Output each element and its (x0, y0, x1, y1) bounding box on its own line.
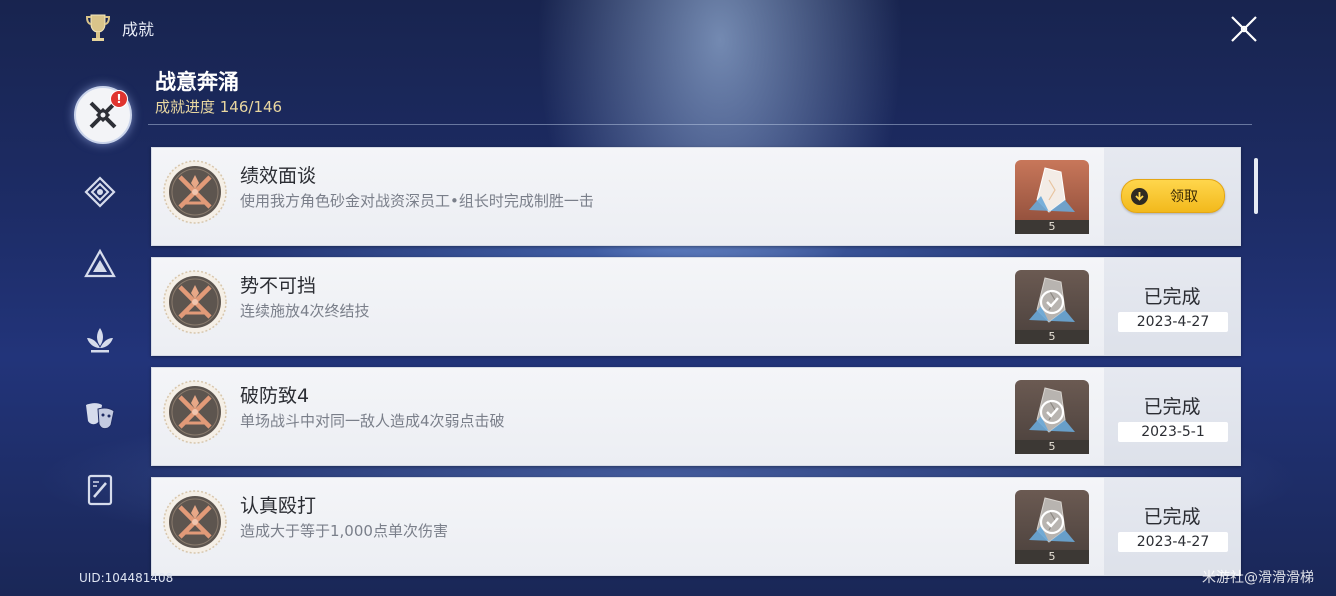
achievement-medal-icon (163, 490, 227, 554)
achievement-status-panel: 已完成 2023-4-27 (1104, 478, 1240, 575)
completion-date: 2023-5-1 (1118, 422, 1228, 442)
reward-quantity: 5 (1015, 220, 1089, 234)
achievement-status-panel: 已完成 2023-5-1 (1104, 368, 1240, 465)
lotus-emblem-icon (87, 328, 113, 353)
category-progress: 成就进度 146/146 (155, 98, 283, 116)
notification-badge: ! (110, 90, 128, 108)
reward-quantity: 5 (1015, 330, 1089, 344)
diamond-emblem-icon (84, 176, 116, 208)
category-title: 战意奔涌 (155, 70, 239, 94)
reward-item[interactable]: 5 (1015, 270, 1089, 344)
achievement-name: 势不可挡 (240, 275, 317, 297)
reward-item[interactable]: 5 (1015, 490, 1089, 564)
screen-header: 成就 (84, 12, 154, 44)
achievement-medal-icon (163, 270, 227, 334)
achievement-card: 绩效面谈 使用我方角色砂金对战资深员工•组长时完成制胜一击 5 领取 (151, 147, 1241, 246)
download-arrow-icon (1131, 187, 1148, 205)
completed-label: 已完成 (1143, 396, 1201, 418)
watermark: 米游社@滑滑滑梯 (1202, 570, 1314, 586)
close-button[interactable] (1228, 13, 1260, 45)
crystal-claimed-icon (1029, 497, 1075, 543)
achievement-card: 势不可挡 连续施放4次终结技 5 已完成 2023-4-27 (151, 257, 1241, 356)
completed-label: 已完成 (1143, 506, 1201, 528)
sidebar-item-2[interactable] (78, 170, 122, 214)
achievement-card: 破防致4 单场战斗中对同一敌人造成4次弱点击破 5 已完成 2023-5-1 (151, 367, 1241, 466)
screen-title: 成就 (122, 20, 155, 39)
reward-item[interactable]: 5 (1015, 380, 1089, 454)
achievement-name: 破防致4 (240, 385, 310, 407)
claim-button[interactable]: 领取 (1121, 179, 1225, 213)
achievement-medal-icon (163, 160, 227, 224)
crystal-claimed-icon (1029, 387, 1075, 433)
achievement-status-panel: 已完成 2023-4-27 (1104, 258, 1240, 355)
sidebar-item-4[interactable] (78, 318, 122, 362)
achievement-medal-icon (163, 380, 227, 444)
claim-label: 领取 (1170, 189, 1198, 205)
close-icon (1231, 16, 1257, 42)
sidebar-item-battle[interactable]: ! (70, 84, 132, 146)
uid-label: UID:104481408 (79, 571, 174, 585)
scrollbar-thumb[interactable] (1254, 158, 1258, 214)
trophy-icon (85, 14, 111, 41)
completed-label: 已完成 (1143, 286, 1201, 308)
achievement-name: 绩效面谈 (240, 165, 317, 187)
reward-item[interactable]: 5 (1015, 160, 1089, 234)
achievement-status-panel: 领取 (1104, 148, 1240, 245)
crystal-icon (1029, 167, 1075, 213)
achievement-card: 认真殴打 造成大于等于1,000点单次伤害 5 已完成 2023-4-27 (151, 477, 1241, 576)
achievement-description: 使用我方角色砂金对战资深员工•组长时完成制胜一击 (240, 192, 594, 210)
masks-icon (86, 403, 115, 430)
sidebar-item-3[interactable] (78, 242, 122, 286)
achievement-name: 认真殴打 (240, 495, 317, 517)
crystal-claimed-icon (1029, 277, 1075, 323)
achievement-description: 单场战斗中对同一敌人造成4次弱点击破 (240, 412, 505, 430)
reward-quantity: 5 (1015, 440, 1089, 454)
completion-date: 2023-4-27 (1118, 532, 1228, 552)
notebook-icon (87, 474, 113, 506)
completion-date: 2023-4-27 (1118, 312, 1228, 332)
achievement-description: 连续施放4次终结技 (240, 302, 370, 320)
achievement-description: 造成大于等于1,000点单次伤害 (240, 522, 448, 540)
header-divider (148, 124, 1252, 125)
sidebar-item-5[interactable] (78, 394, 122, 438)
sidebar-item-6[interactable] (78, 468, 122, 512)
reward-quantity: 5 (1015, 550, 1089, 564)
triangle-emblem-icon (84, 248, 116, 278)
